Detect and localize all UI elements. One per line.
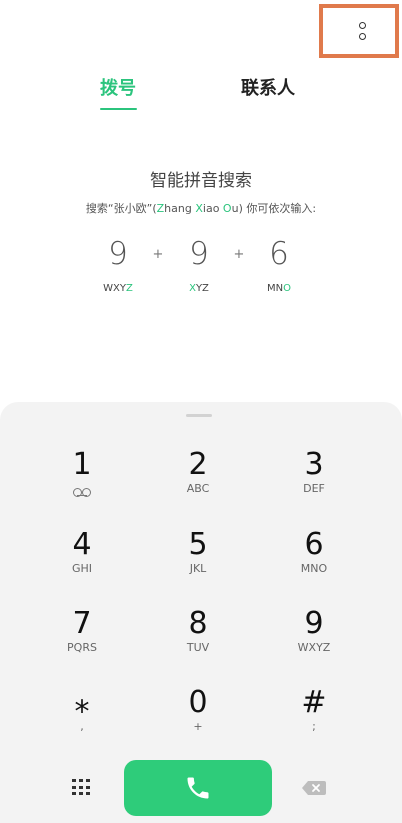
key-letters: PQRS [67,641,97,654]
more-options-icon [358,22,366,40]
example-letters: XYZ [189,283,209,294]
pinyin-example: 9 WXYZ + 9 XYZ + 6 MNO [0,236,402,306]
key-3[interactable]: 3 DEF [264,448,364,514]
dial-action-bar [0,760,402,816]
key-star[interactable]: ⁎ , [32,686,132,752]
key-5[interactable]: 5 JKL [148,528,248,594]
key-letters: MNO [300,562,328,575]
tab-bar: 拨号 联系人 [0,74,402,114]
active-tab-indicator [100,108,137,110]
key-digit: 0 [188,685,208,720]
drag-handle[interactable] [186,414,212,417]
key-digit: ⁎ [74,685,90,720]
key-letters: , [80,720,84,733]
voicemail-icon [73,487,91,497]
key-letters: WXYZ [297,641,331,654]
key-letters: JKL [189,562,207,575]
key-letters: ; [312,720,316,733]
phone-icon [187,777,209,799]
key-digit: 6 [304,527,324,562]
key-digit: 4 [72,527,92,562]
key-letters: + [193,720,203,733]
more-options-button[interactable] [319,4,399,58]
key-digit: 9 [304,606,324,641]
example-plus: + [233,247,245,262]
dialpad-icon[interactable] [72,779,90,797]
example-digit: 9 [189,236,209,272]
tab-contacts[interactable]: 联系人 [241,74,295,100]
example-letters: MNO [267,283,291,294]
key-4[interactable]: 4 GHI [32,528,132,594]
key-letters: GHI [71,562,93,575]
hint-title: 智能拼音搜索 [150,171,252,191]
backspace-icon[interactable] [302,781,326,795]
call-button[interactable] [124,760,272,816]
key-digit: 3 [304,447,324,482]
key-letters: ABC [186,482,210,495]
key-letters: TUV [186,641,210,654]
key-9[interactable]: 9 WXYZ [264,607,364,673]
example-digit: 9 [108,236,128,272]
key-7[interactable]: 7 PQRS [32,607,132,673]
key-0[interactable]: 0 + [148,686,248,752]
key-digit: # [301,685,327,720]
key-digit: 2 [188,447,208,482]
key-digit: 7 [72,606,92,641]
key-digit: 1 [72,447,92,482]
key-1[interactable]: 1 [32,448,132,514]
key-digit: 5 [188,527,208,562]
key-2[interactable]: 2 ABC [148,448,248,514]
key-digit: 8 [188,606,208,641]
key-6[interactable]: 6 MNO [264,528,364,594]
key-8[interactable]: 8 TUV [148,607,248,673]
tab-dial[interactable]: 拨号 [100,74,136,100]
example-digit: 6 [269,236,289,272]
hint-subtitle: 搜索“张小欧”(Zhang Xiao Ou) 你可依次输入: [85,202,317,215]
key-letters: DEF [303,482,325,495]
example-plus: + [152,247,164,262]
example-letters: WXYZ [103,283,133,294]
key-hash[interactable]: # ; [264,686,364,752]
